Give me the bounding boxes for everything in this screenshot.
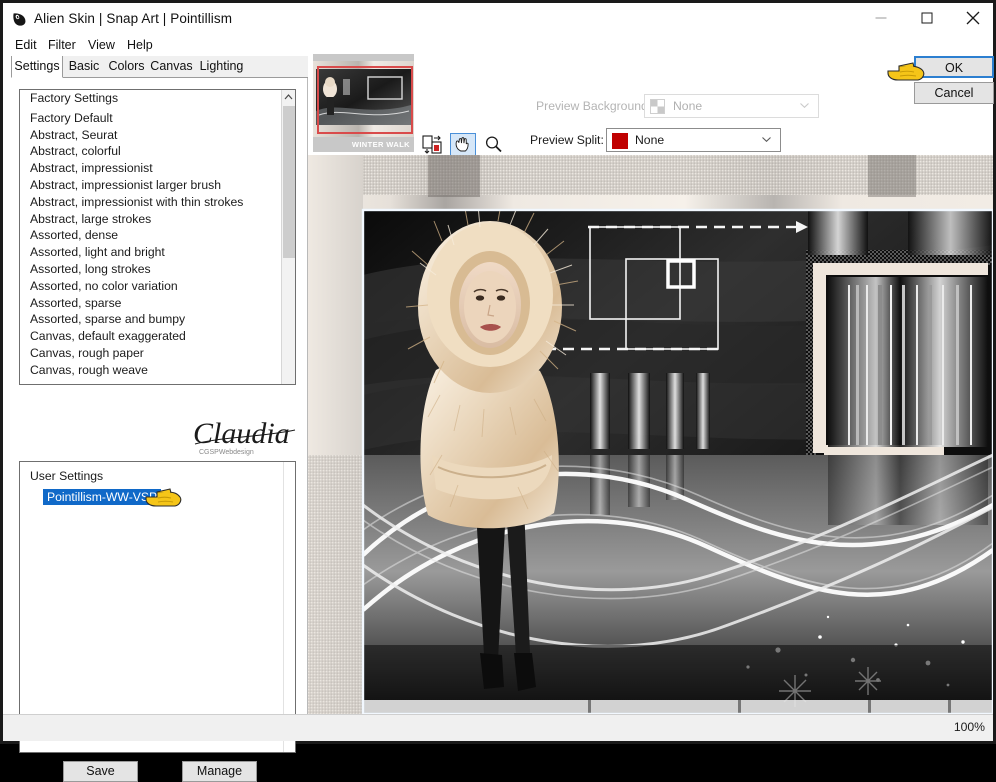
navigator-caption: WINTER WALK — [351, 140, 410, 149]
window-title: Alien Skin | Snap Art | Pointillism — [34, 11, 233, 26]
image-preview-canvas[interactable] — [308, 155, 993, 714]
hand-pan-icon[interactable] — [450, 133, 476, 156]
preview-background-select[interactable]: None — [644, 94, 819, 118]
user-settings-header: User Settings — [30, 469, 104, 483]
menu-bar: Edit Filter View Help — [3, 36, 993, 56]
svg-text:Claudia: Claudia — [193, 417, 290, 450]
factory-settings-list[interactable]: Factory Settings Factory Default Abstract,… — [19, 89, 296, 385]
tab-canvas[interactable]: Canvas — [148, 56, 195, 78]
list-item[interactable]: Assorted, long strokes — [20, 261, 282, 278]
chevron-down-icon — [762, 137, 771, 142]
list-item[interactable]: Abstract, large strokes — [20, 211, 282, 228]
list-item[interactable]: Abstract, colorful — [20, 143, 282, 160]
preview-background-label: Preview Background: — [536, 99, 652, 113]
watermark-subtext: CGSPWebdesign — [199, 449, 254, 456]
tab-basic[interactable]: Basic — [63, 56, 105, 78]
list-item[interactable]: Canvas, default exaggerated — [20, 328, 282, 345]
pointing-hand-cursor-icon — [145, 488, 182, 507]
list-item[interactable]: Factory Default — [20, 110, 282, 127]
alienskin-logo-icon — [13, 13, 26, 26]
list-item[interactable]: Canvas, rough weave — [20, 362, 282, 379]
menu-item-help[interactable]: Help — [127, 38, 153, 52]
tab-colors[interactable]: Colors — [105, 56, 148, 78]
zoom-magnifier-icon[interactable] — [481, 133, 507, 156]
scrollbar-thumb[interactable] — [283, 106, 295, 258]
preview-background-value: None — [673, 99, 703, 113]
menu-item-view[interactable]: View — [88, 38, 115, 52]
close-button[interactable] — [950, 3, 996, 33]
tab-settings[interactable]: Settings — [11, 56, 63, 78]
preview-split-color-swatch — [612, 133, 628, 149]
menu-item-edit[interactable]: Edit — [15, 38, 37, 52]
list-item[interactable]: Abstract, impressionist — [20, 160, 282, 177]
navigator-viewport-rect[interactable] — [317, 66, 413, 134]
title-bar: Alien Skin | Snap Art | Pointillism — [3, 3, 993, 36]
tab-filler — [248, 56, 308, 78]
chevron-down-icon — [800, 103, 809, 108]
minimize-icon — [875, 17, 887, 19]
user-settings-list[interactable]: User Settings Pointillism-WW-VSP — [19, 461, 296, 753]
fit-to-window-icon[interactable] — [419, 133, 445, 156]
menu-item-filter[interactable]: Filter — [48, 38, 76, 52]
list-item[interactable]: Assorted, dense — [20, 227, 282, 244]
save-button[interactable]: Save — [63, 761, 138, 782]
snap-art-window: Alien Skin | Snap Art | Pointillism Edit… — [0, 0, 996, 782]
list-item[interactable]: Assorted, light and bright — [20, 244, 282, 261]
tab-strip: Settings Basic Colors Canvas Lighting — [3, 56, 308, 78]
pointing-hand-cursor-icon — [887, 62, 925, 81]
scroll-up-arrow-icon[interactable] — [282, 90, 295, 105]
factory-list-scrollbar[interactable] — [281, 90, 295, 384]
navigator-panel[interactable]: WINTER WALK — [313, 54, 414, 152]
preview-split-label: Preview Split: — [530, 133, 604, 147]
preview-split-value: None — [635, 133, 665, 147]
checkerboard-transparent-icon — [650, 99, 665, 114]
close-icon — [966, 11, 980, 25]
preview-toolbar: WINTER WALK Preview Background: None Pre… — [308, 54, 994, 156]
preview-image — [308, 155, 993, 714]
status-bar: 100% — [3, 714, 993, 741]
user-list-scrollbar[interactable] — [283, 462, 295, 752]
cancel-button[interactable]: Cancel — [914, 82, 994, 104]
list-item[interactable]: Abstract, impressionist larger brush — [20, 177, 282, 194]
preview-split-select[interactable]: None — [606, 128, 781, 152]
list-item[interactable]: Canvas, rough paper — [20, 345, 282, 362]
factory-settings-header: Factory Settings — [30, 91, 119, 105]
settings-panel: Factory Settings Factory Default Abstract,… — [3, 78, 308, 782]
claudia-watermark: Claudia CGSPWebdesign — [193, 417, 296, 456]
zoom-level-label: 100% — [953, 720, 985, 734]
list-item[interactable]: Assorted, sparse — [20, 295, 282, 312]
maximize-icon — [921, 12, 933, 24]
list-item[interactable]: Assorted, no color variation — [20, 278, 282, 295]
list-item[interactable]: Abstract, impressionist with thin stroke… — [20, 194, 282, 211]
list-item[interactable]: Assorted, sparse and bumpy — [20, 311, 282, 328]
manage-button[interactable]: Manage — [182, 761, 257, 782]
list-item[interactable]: Abstract, Seurat — [20, 127, 282, 144]
factory-settings-items: Factory Settings Factory Default Abstract,… — [20, 90, 282, 384]
tab-lighting[interactable]: Lighting — [195, 56, 248, 78]
minimize-button[interactable] — [858, 3, 904, 33]
maximize-button[interactable] — [904, 3, 950, 33]
